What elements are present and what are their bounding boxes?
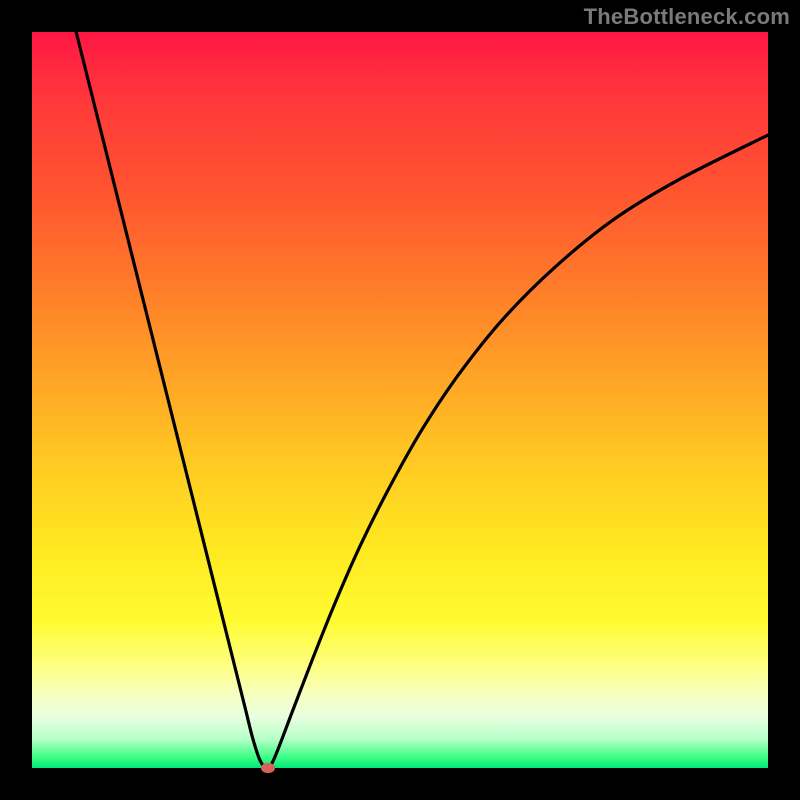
chart-frame: TheBottleneck.com [0, 0, 800, 800]
watermark-text: TheBottleneck.com [584, 4, 790, 30]
optimal-point-marker [261, 763, 275, 773]
curve-svg [32, 32, 768, 768]
bottleneck-curve [76, 32, 768, 768]
plot-area [32, 32, 768, 768]
